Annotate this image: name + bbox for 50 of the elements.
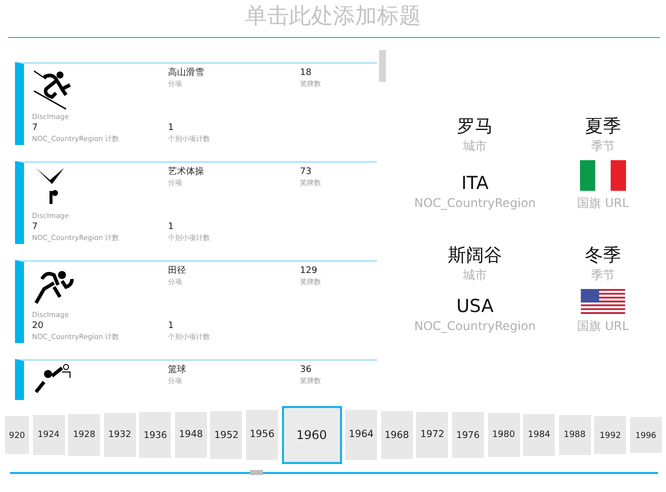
year-tile[interactable]: 1924 — [32, 414, 65, 456]
year-tile[interactable]: 1972 — [416, 412, 448, 458]
flag-image — [580, 160, 626, 191]
year-tile[interactable]: 1956 — [246, 410, 278, 460]
field-label: 季节 — [591, 267, 615, 283]
field-label: NOC_CountryRegion — [414, 318, 536, 334]
discipline-name: 田径 — [168, 265, 186, 277]
year-tile[interactable]: 1992 — [594, 416, 626, 454]
flag-image — [580, 289, 626, 314]
field-label: 国旗 URL — [577, 318, 629, 334]
season-name: 夏季 — [585, 116, 621, 138]
year-tile[interactable]: 1932 — [104, 413, 136, 457]
year-tile[interactable]: 1984 — [523, 414, 556, 456]
year-tile[interactable]: 1968 — [380, 410, 413, 460]
field-label: NOC_CountryRegion — [414, 195, 536, 211]
country-count: 20 — [32, 320, 44, 332]
season-name: 冬季 — [585, 245, 621, 267]
event-count: 1 — [168, 122, 174, 134]
year-tile[interactable]: 1976 — [452, 412, 484, 458]
country-count: 7 — [32, 122, 38, 134]
city-name: 罗马 — [457, 116, 493, 138]
country-code: ITA — [461, 173, 489, 195]
year-tile[interactable]: 1948 — [174, 412, 207, 458]
medal-count: 129 — [300, 265, 318, 277]
event-count: 1 — [168, 221, 174, 233]
field-label: 国旗 URL — [577, 195, 629, 211]
year-tile[interactable]: 1960 — [282, 406, 342, 464]
year-tile[interactable]: 1988 — [558, 414, 591, 456]
year-tile[interactable]: 1952 — [210, 410, 242, 460]
year-tile[interactable]: 1980 — [488, 413, 520, 457]
medal-count: 18 — [300, 67, 312, 79]
year-tile[interactable]: 1928 — [68, 414, 100, 456]
medal-count: 36 — [300, 364, 312, 376]
scrollbar-thumb[interactable] — [250, 470, 263, 475]
year-tile[interactable]: 1936 — [139, 412, 172, 458]
city-name: 斯阔谷 — [448, 245, 502, 267]
discipline-name: 篮球 — [168, 364, 186, 376]
field-label: 季节 — [591, 138, 615, 154]
scrollbar-thumb[interactable] — [379, 50, 386, 82]
discipline-name: 艺术体操 — [168, 166, 204, 178]
discipline-name: 高山滑雪 — [168, 67, 204, 79]
medal-count: 73 — [300, 166, 312, 178]
country-count: 7 — [32, 221, 38, 233]
year-tile[interactable]: 1996 — [630, 416, 662, 454]
country-code: USA — [456, 296, 494, 318]
year-tile[interactable]: 920 — [5, 416, 29, 454]
field-label: 城市 — [463, 267, 487, 283]
field-label: 城市 — [463, 138, 487, 154]
event-count: 1 — [168, 320, 174, 332]
year-tile[interactable]: 1964 — [345, 410, 378, 460]
